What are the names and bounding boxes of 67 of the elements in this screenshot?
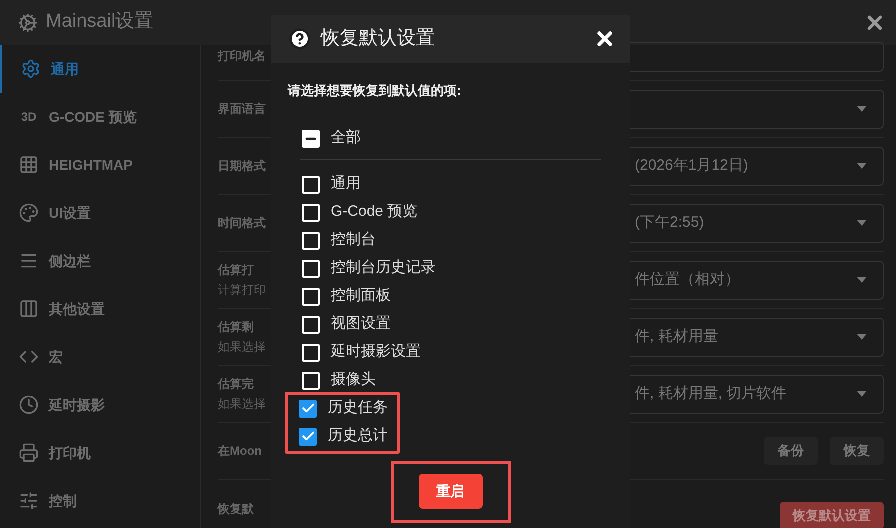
action-button[interactable]: 备份 (764, 437, 818, 465)
checkbox[interactable] (302, 344, 320, 362)
sidebar-item[interactable]: 通用 (0, 45, 200, 93)
3d-icon: 3D (19, 108, 39, 126)
sidebar-item[interactable]: 控制 (0, 477, 200, 525)
window-title: Mainsail设置 (46, 10, 154, 34)
checkbox[interactable] (302, 288, 320, 306)
help-icon (289, 28, 311, 50)
setting-label: 恢复默 (218, 500, 255, 518)
checkbox[interactable] (302, 176, 320, 194)
checkbox[interactable] (302, 372, 320, 390)
sidebar-item[interactable]: 延时摄影 (0, 381, 200, 429)
sliders-icon (19, 491, 39, 511)
setting-label: 估算打 (218, 262, 255, 279)
checkbox[interactable] (302, 316, 320, 334)
caret-icon (857, 163, 867, 169)
settings-icon (21, 59, 41, 79)
checkbox-label: 控制台历史记录 (331, 258, 436, 278)
checkbox-label: 通用 (331, 174, 361, 194)
clock-icon (19, 395, 39, 415)
dialog-prompt: 请选择想要恢复到默认值的项: (288, 82, 462, 100)
checkbox[interactable] (302, 130, 320, 148)
checkbox-label: 控制台 (331, 230, 376, 250)
setting-label: 时间格式 (218, 215, 267, 232)
checkbox[interactable] (302, 204, 320, 222)
sidebar-item[interactable]: UI设置 (0, 189, 200, 237)
action-button[interactable]: 恢复 (830, 437, 884, 465)
sidebar-item[interactable]: HEIGHTMAP (0, 141, 200, 189)
caret-icon (857, 277, 867, 283)
printer-icon (19, 443, 39, 463)
checkbox[interactable] (302, 232, 320, 250)
checkbox-label: 摄像头 (331, 370, 376, 390)
setting-description: 如果选择 (218, 396, 267, 413)
checkbox-label: 视图设置 (331, 314, 391, 334)
caret-icon (857, 334, 867, 340)
checkbox-label: 全部 (331, 128, 361, 148)
setting-label: 日期格式 (218, 158, 267, 175)
columns-icon (19, 299, 39, 319)
checkbox-label: 历史任务 (328, 398, 388, 418)
dialog-title: 恢复默认设置 (321, 26, 435, 51)
sidebar-item[interactable]: 其他设置 (0, 285, 200, 333)
reset-defaults-button[interactable]: 恢复默认设置 (780, 502, 884, 528)
palette-icon (19, 203, 39, 223)
checkbox-label: 历史总计 (328, 426, 388, 446)
caret-icon (857, 106, 867, 112)
restart-button[interactable]: 重启 (418, 474, 482, 509)
setting-description: 计算打印 (218, 282, 267, 299)
setting-label: 打印机名 (218, 48, 267, 65)
checkbox-label: 延时摄影设置 (331, 342, 421, 362)
setting-description: 如果选择 (218, 339, 267, 356)
setting-label: 界面语言 (218, 101, 267, 118)
setting-label: 在Moon (218, 443, 263, 460)
sidebar-item[interactable]: 侧边栏 (0, 237, 200, 285)
sidebar-item[interactable]: 打印机 (0, 429, 200, 477)
checkbox-label: G-Code 预览 (331, 202, 418, 222)
sidebar-item[interactable]: 3D G-CODE 预览 (0, 93, 200, 141)
checkbox-label: 控制面板 (331, 286, 391, 306)
caret-icon (857, 391, 867, 397)
checkbox[interactable] (302, 260, 320, 278)
gears-icon (18, 12, 38, 32)
sidebar-item[interactable]: 宏 (0, 333, 200, 381)
caret-icon (857, 220, 867, 226)
setting-label: 估算剩 (218, 319, 255, 336)
checkbox[interactable] (299, 400, 317, 418)
setting-label: 估算完 (218, 376, 255, 393)
checkbox[interactable] (299, 428, 317, 446)
grid-icon (19, 155, 39, 175)
